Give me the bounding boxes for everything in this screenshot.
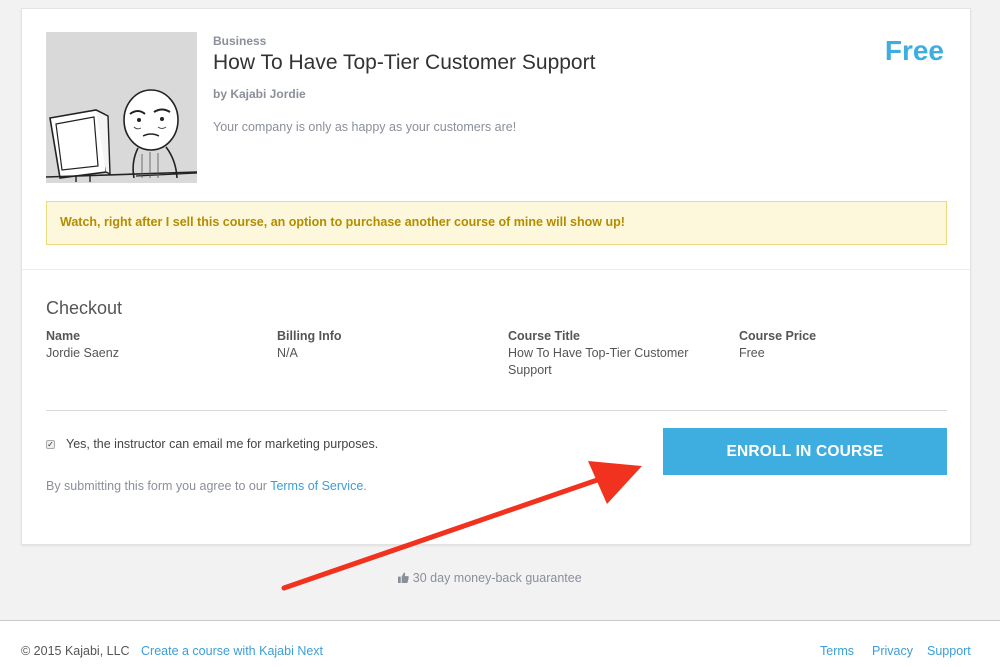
terms-notice-prefix: By submitting this form you agree to our [46, 479, 271, 493]
checkout-name-column: Name Jordie Saenz [46, 328, 246, 362]
copyright: © 2015 Kajabi, LLC [21, 644, 130, 658]
checkout-heading: Checkout [46, 298, 123, 318]
course-title: How To Have Top-Tier Customer Support [213, 51, 596, 74]
marketing-consent-label: Yes, the instructor can email me for mar… [66, 437, 379, 451]
thumbs-up-icon [398, 572, 410, 583]
terms-notice: By submitting this form you agree to our… [46, 479, 367, 493]
course-card: Business How To Have Top-Tier Customer S… [21, 8, 971, 545]
page-footer: © 2015 Kajabi, LLC Create a course with … [0, 620, 1000, 667]
footer-privacy-link[interactable]: Privacy [872, 644, 913, 658]
terms-of-service-link[interactable]: Terms of Service [270, 479, 363, 493]
checkout-course-title-column: Course Title How To Have Top-Tier Custom… [508, 328, 708, 379]
footer-terms-link[interactable]: Terms [820, 644, 854, 658]
checkout-name-value: Jordie Saenz [46, 346, 119, 360]
checkout-billing-value: N/A [277, 346, 298, 360]
upsell-notice: Watch, right after I sell this course, a… [46, 201, 947, 245]
section-divider [22, 269, 970, 270]
checkout-billing-label: Billing Info [277, 329, 342, 343]
marketing-consent[interactable]: ✓ Yes, the instructor can email me for m… [46, 437, 378, 451]
course-description: Your company is only as happy as your cu… [213, 120, 517, 134]
money-back-guarantee: 30 day money-back guarantee [0, 571, 990, 585]
checkout-course-title-value: How To Have Top-Tier Customer Support [508, 346, 689, 377]
checkout-price-value: Free [739, 346, 765, 360]
checkout-course-title-label: Course Title [508, 329, 581, 343]
enroll-button[interactable]: ENROLL IN COURSE [663, 428, 947, 475]
checkout-name-label: Name [46, 329, 81, 343]
checkout-price-column: Course Price Free [739, 328, 939, 362]
rage-comic-illustration [46, 32, 197, 183]
course-price: Free [884, 35, 944, 66]
course-author: by Kajabi Jordie [213, 87, 306, 101]
footer-support-link[interactable]: Support [927, 644, 971, 658]
course-thumbnail [46, 32, 197, 183]
terms-notice-suffix: . [363, 479, 367, 493]
create-course-link[interactable]: Create a course with Kajabi Next [141, 644, 323, 658]
marketing-consent-checkbox[interactable]: ✓ [46, 439, 55, 449]
checkout-billing-column: Billing Info N/A [277, 328, 477, 362]
checkout-divider [46, 410, 947, 411]
course-category: Business [213, 34, 267, 48]
guarantee-text: 30 day money-back guarantee [412, 571, 582, 585]
checkout-price-label: Course Price [739, 329, 817, 343]
